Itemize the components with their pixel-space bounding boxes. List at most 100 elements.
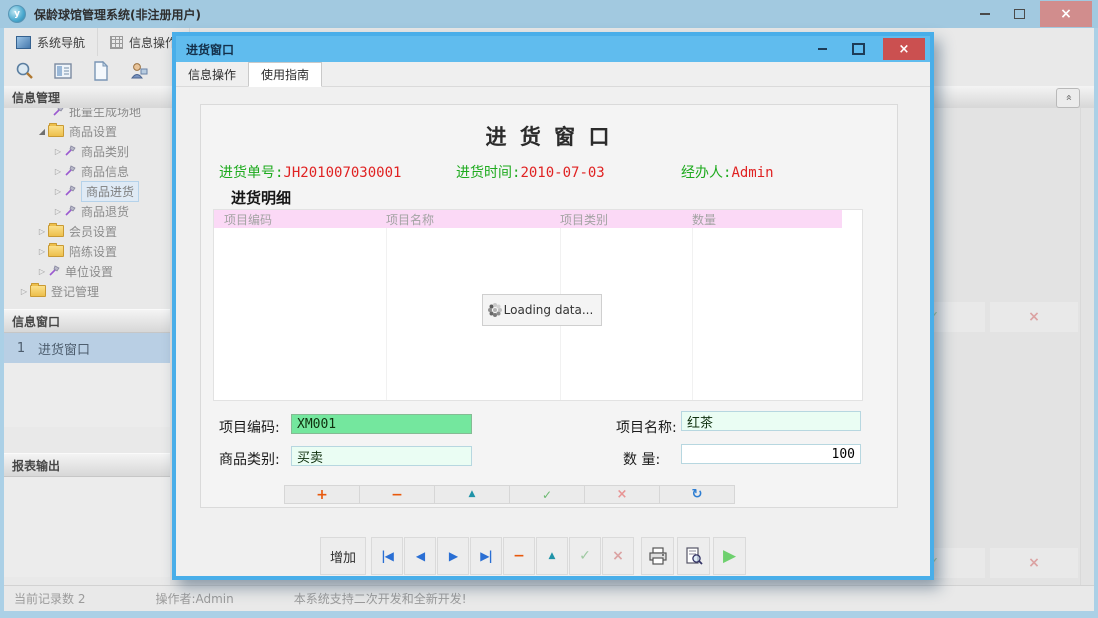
tree-item-batch-generate[interactable]: 批量生成场地 [4, 108, 170, 121]
tool-icon [64, 185, 76, 197]
nav-last-button[interactable]: ▶| [470, 537, 502, 575]
sidebar: 批量生成场地 ◢ 商品设置 ▷ 商品类别 ▷ 商品信息 ▷ 商品进货 ▷ [4, 108, 170, 585]
minus-icon: − [391, 488, 403, 502]
tree-item-label: 批量生成场地 [69, 108, 141, 120]
tree-item-label: 商品类别 [81, 143, 129, 160]
nav-post-button[interactable]: ✓ [569, 537, 601, 575]
app-logo-icon: y [8, 5, 26, 23]
stockin-detail-grid[interactable]: 项目编码 项目名称 项目类别 数量 Loading data... [213, 209, 863, 401]
item-name-input[interactable]: 红茶 [681, 411, 861, 431]
tree-item-unit-settings[interactable]: ▷ 单位设置 [4, 261, 170, 281]
grid-col-item-category: 项目类别 [560, 211, 692, 228]
background-reject-button-2[interactable]: × [990, 548, 1078, 578]
quantity-input[interactable]: 100 [681, 444, 861, 464]
minimize-icon [980, 13, 990, 15]
dialog-titlebar[interactable]: 进货窗口 × [176, 36, 930, 62]
add-record-button[interactable]: 增加 [320, 537, 366, 575]
nav-cancel-button[interactable]: × [602, 537, 634, 575]
grid-header-endcap [842, 210, 862, 228]
main-titlebar: y 保龄球馆管理系统(非注册用户) × [0, 0, 1098, 28]
tree-collapsed-icon: ▷ [52, 167, 64, 176]
background-panel-divider [1080, 108, 1081, 585]
order-number-field: 进货单号:JH201007030001 [219, 162, 401, 182]
triangle-up-icon: ▲ [549, 551, 556, 561]
search-button[interactable] [12, 59, 38, 83]
folder-icon [48, 125, 64, 137]
background-reject-button[interactable]: × [990, 302, 1078, 332]
ribbon-tab-label: 系统导航 [37, 34, 85, 51]
folder-icon [30, 285, 46, 297]
stockin-time-value: 2010-07-03 [520, 165, 604, 181]
tree-collapsed-icon: ▷ [52, 187, 64, 196]
item-name-label: 项目名称: [616, 417, 677, 437]
search-icon [15, 61, 35, 81]
tree-item-label: 单位设置 [65, 263, 113, 280]
grid-delete-button[interactable]: − [359, 485, 435, 504]
detail-section-title: 进货明细 [231, 187, 291, 208]
document-button[interactable] [88, 59, 114, 83]
tool-icon [64, 165, 76, 177]
nav-delete-button[interactable]: − [503, 537, 535, 575]
nav-next-button[interactable]: ▶ [437, 537, 469, 575]
tree-item-member-settings[interactable]: ▷ 会员设置 [4, 221, 170, 241]
grid-refresh-button[interactable]: ↻ [659, 485, 735, 504]
item-code-input[interactable]: XM001 [291, 414, 472, 434]
order-number-label: 进货单号: [219, 165, 283, 181]
dialog-tab-label: 使用指南 [261, 66, 309, 83]
status-operator: 操作者:Admin [155, 590, 233, 607]
sidebar-header-info-management: 信息管理 [12, 89, 60, 106]
tree-item-product-category[interactable]: ▷ 商品类别 [4, 141, 170, 161]
main-minimize-button[interactable] [972, 1, 998, 27]
nav-first-button[interactable]: |◀ [371, 537, 403, 575]
plus-icon: + [316, 488, 328, 502]
minus-icon: − [513, 548, 525, 564]
dialog-maximize-button[interactable] [846, 38, 870, 60]
dialog-title: 进货窗口 [186, 41, 234, 58]
tree-item-trainer-settings[interactable]: ▷ 陪练设置 [4, 241, 170, 261]
status-bar: 当前记录数 2 操作者:Admin 本系统支持二次开发和全新开发! [4, 585, 1094, 611]
nav-edit-button[interactable]: ▲ [536, 537, 568, 575]
grid-header-row: 项目编码 项目名称 项目类别 数量 [214, 210, 862, 228]
tool-icon [64, 145, 76, 157]
cross-icon: × [1028, 555, 1040, 571]
product-category-input[interactable]: 买卖 [291, 446, 472, 466]
collapse-panel-button[interactable]: » [1056, 88, 1080, 108]
print-button[interactable] [641, 537, 674, 575]
spinner-icon [493, 308, 497, 312]
form-view-button[interactable] [50, 59, 76, 83]
main-restore-button[interactable] [1006, 1, 1032, 27]
dialog-close-button[interactable]: × [883, 38, 925, 60]
dialog-tab-bar: 信息操作 使用指南 [176, 62, 930, 87]
nav-prev-button[interactable]: ◀ [404, 537, 436, 575]
user-button[interactable] [126, 59, 152, 83]
dialog-tab-user-guide[interactable]: 使用指南 [248, 62, 322, 87]
tree-item-product-stockin[interactable]: ▷ 商品进货 [4, 181, 170, 201]
stockin-time-field: 进货时间:2010-07-03 [456, 162, 605, 182]
grid-cancel-button[interactable]: × [584, 485, 660, 504]
dialog-tab-info-ops[interactable]: 信息操作 [176, 62, 248, 86]
dialog-minimize-button[interactable] [810, 38, 834, 60]
operator-value: Admin [731, 165, 773, 181]
order-number-value: JH201007030001 [283, 165, 401, 181]
ribbon-tab-label: 信息操作 [129, 34, 177, 51]
tree-collapsed-icon: ▷ [52, 207, 64, 216]
grid-col-item-name: 项目名称 [386, 211, 560, 228]
tree-item-label: 陪练设置 [69, 243, 117, 260]
run-button[interactable]: ▶ [713, 537, 746, 575]
tree-item-registration-mgmt[interactable]: ▷ 登记管理 [4, 281, 170, 301]
grid-edit-button[interactable]: ▲ [434, 485, 510, 504]
record-navigation-bar: 增加 |◀ ◀ ▶ ▶| − ▲ ✓ × ▶ [176, 536, 930, 576]
tree-item-product-return[interactable]: ▷ 商品退货 [4, 201, 170, 221]
grid-column-divider [386, 228, 387, 400]
grid-post-button[interactable]: ✓ [509, 485, 585, 504]
tree-item-product-info[interactable]: ▷ 商品信息 [4, 161, 170, 181]
ribbon-tab-system-nav[interactable]: 系统导航 [4, 28, 98, 56]
main-close-button[interactable]: × [1040, 1, 1092, 27]
open-window-list-item[interactable]: 1 进货窗口 [4, 333, 170, 363]
tree-item-product-settings[interactable]: ◢ 商品设置 [4, 121, 170, 141]
product-category-label: 商品类别: [219, 449, 280, 469]
grid-append-button[interactable]: + [284, 485, 360, 504]
operator-field: 经办人:Admin [681, 162, 774, 182]
preview-button[interactable] [677, 537, 710, 575]
app-title: 保龄球馆管理系统(非注册用户) [34, 6, 201, 23]
